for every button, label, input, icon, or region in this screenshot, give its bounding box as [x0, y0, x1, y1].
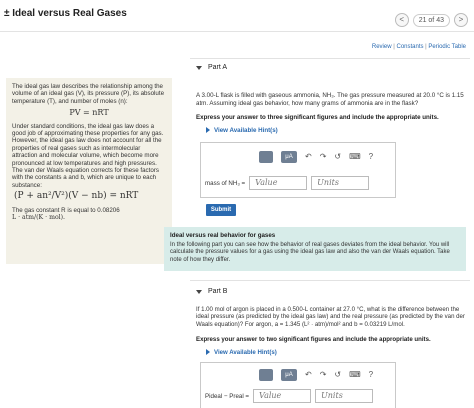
help-icon[interactable]: ? [369, 151, 373, 163]
units-input[interactable]: Units [311, 176, 370, 190]
separator: | [393, 44, 395, 50]
reset-icon[interactable]: ↺ [334, 151, 341, 163]
page-counter: 21 of 43 [412, 13, 450, 27]
divider [190, 58, 470, 59]
keyboard-icon[interactable]: ⌨ [349, 369, 361, 381]
intro-paragraph: Under standard conditions, the ideal gas… [12, 122, 164, 189]
units-input[interactable]: Units [315, 389, 374, 403]
redo-icon[interactable]: ↷ [320, 151, 327, 163]
intro-panel: The ideal gas law describes the relation… [6, 78, 172, 264]
divider [190, 280, 470, 281]
top-bar: ± Ideal versus Real Gases < 21 of 43 > [0, 0, 474, 32]
answer-label: mass of NH₃ = [205, 179, 246, 187]
gas-constant-label: The gas constant R is equal to 0.08206 [12, 206, 120, 214]
prev-button[interactable]: < [394, 13, 409, 27]
part-a-instruction: Express your answer to three significant… [196, 114, 439, 121]
template-button[interactable] [259, 151, 273, 163]
separator: | [425, 44, 427, 50]
answer-label: Pideal − Preal = [205, 392, 250, 400]
periodic-table-link[interactable]: Periodic Table [428, 44, 466, 50]
part-b-label: Part B [208, 288, 228, 295]
gas-constant-units: L · atm/(K · mol). [12, 214, 66, 222]
pager-nav: < 21 of 43 > [394, 13, 468, 27]
value-input[interactable]: Value [249, 176, 308, 190]
hint-label: View Available Hint(s) [214, 349, 277, 356]
undo-icon[interactable]: ↶ [305, 151, 312, 163]
answer-row: mass of NH₃ = Value Units [205, 176, 370, 190]
ideal-gas-law: PV = nRT [69, 108, 109, 118]
van-der-waals-equation: (P + an²/V²)(V − nb) = nRT [14, 191, 139, 202]
gas-constant-text: The gas constant R is equal to 0.08206 L … [12, 207, 166, 222]
page-title: ± Ideal versus Real Gases [4, 8, 127, 19]
template-button[interactable] [259, 369, 273, 381]
info-title: Ideal versus real behavior for gases [170, 232, 276, 239]
part-b-question: If 1.00 mol of argon is placed in a 0.50… [196, 306, 465, 328]
part-a-question: A 3.00-L flask is filled with gaseous am… [196, 92, 464, 107]
value-input[interactable]: Value [253, 389, 312, 403]
part-b-answer-box: μA ↶ ↷ ↺ ⌨ ? Pideal − Preal = Value Unit… [200, 362, 396, 408]
units-button[interactable]: μA [281, 369, 297, 381]
expand-icon [206, 349, 210, 356]
help-icon[interactable]: ? [369, 369, 373, 381]
submit-button[interactable]: Submit [206, 204, 236, 216]
answer-toolbar: μA ↶ ↷ ↺ ⌨ ? [259, 151, 373, 163]
part-b-hint-link[interactable]: View Available Hint(s) [206, 349, 277, 356]
part-a-answer-box: μA ↶ ↷ ↺ ⌨ ? mass of NH₃ = Value Units [200, 142, 396, 198]
collapse-icon [196, 289, 202, 294]
next-button[interactable]: > [454, 13, 468, 27]
part-a-hint-link[interactable]: View Available Hint(s) [206, 127, 278, 134]
info-text: In the following part you can see how th… [170, 242, 450, 263]
keyboard-icon[interactable]: ⌨ [349, 151, 361, 163]
expand-icon [206, 127, 210, 134]
redo-icon[interactable]: ↷ [320, 369, 327, 381]
info-box: Ideal versus real behavior for gases In … [164, 227, 466, 271]
resource-links: Review | Constants | Periodic Table [372, 44, 466, 50]
intro-paragraph: The ideal gas law describes the relation… [12, 83, 165, 105]
constants-link[interactable]: Constants [396, 44, 423, 50]
undo-icon[interactable]: ↶ [305, 369, 312, 381]
part-b-instruction: Express your answer to two significant f… [196, 336, 431, 343]
units-button[interactable]: μA [281, 151, 297, 163]
review-link[interactable]: Review [372, 44, 392, 50]
part-b-header[interactable]: Part B [196, 288, 227, 295]
answer-row: Pideal − Preal = Value Units [205, 389, 374, 403]
hint-label: View Available Hint(s) [214, 127, 278, 134]
part-a-label: Part A [208, 64, 228, 71]
collapse-icon [196, 65, 202, 70]
reset-icon[interactable]: ↺ [334, 369, 341, 381]
answer-toolbar: μA ↶ ↷ ↺ ⌨ ? [259, 369, 373, 381]
part-a-header[interactable]: Part A [196, 64, 227, 71]
